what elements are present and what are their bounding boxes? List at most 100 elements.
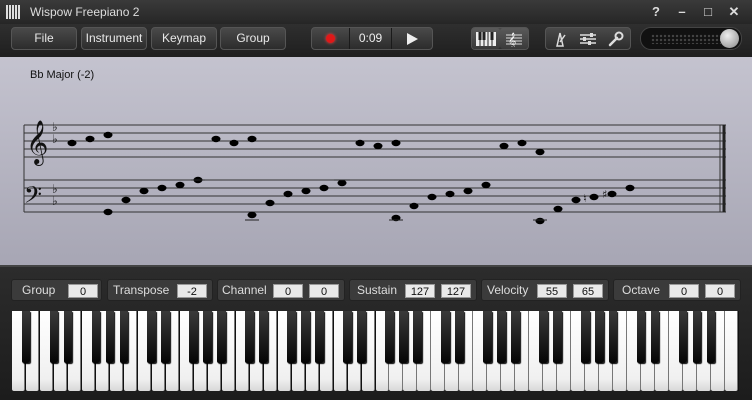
close-button[interactable]: ✕ [724,3,744,21]
transpose-control: Transpose -2 [107,279,213,301]
group-value[interactable]: 0 [68,284,98,298]
maximize-button[interactable]: □ [698,3,718,21]
black-key[interactable] [455,311,464,363]
channel-control: Channel 0 0 [217,279,345,301]
black-key[interactable] [706,311,716,363]
black-key[interactable] [21,311,31,363]
black-key[interactable] [161,311,171,363]
app-piano-icon [6,5,22,19]
octave-control: Octave 0 0 [613,279,741,301]
file-button[interactable]: File [11,27,77,50]
black-key[interactable] [49,311,59,363]
black-key[interactable] [483,311,492,363]
black-key[interactable] [315,311,324,363]
black-key[interactable] [119,311,129,363]
black-key[interactable] [63,311,73,363]
window-title: Wispow Freepiano 2 [30,5,140,19]
time-display: 0:09 [350,28,392,49]
keymap-button[interactable]: Keymap [151,27,217,50]
octave-value-2[interactable]: 0 [705,284,735,298]
sustain-value-1[interactable]: 127 [405,284,435,298]
transpose-label: Transpose [113,283,170,297]
metronome-icon [556,32,566,47]
metronome-button[interactable] [546,28,574,49]
black-key[interactable] [496,311,506,363]
transport-controls: 0:09 [311,27,433,50]
grand-staff: 𝄞 𝄢 ♭♭ ♭♭ ♮ ♯ [23,120,726,225]
transpose-value[interactable]: -2 [177,284,207,298]
svg-text:♭: ♭ [52,194,58,208]
black-key[interactable] [608,311,618,363]
black-key[interactable] [538,311,548,363]
black-key[interactable] [259,311,268,363]
black-key[interactable] [357,311,366,363]
black-key[interactable] [580,311,590,363]
channel-label: Channel [222,283,267,297]
volume-knob[interactable] [720,29,739,48]
piano-view-icon [476,31,496,46]
score-view-icon: 𝄞 [506,33,522,47]
black-key[interactable] [189,311,199,363]
velocity-label: Velocity [487,283,529,297]
white-key[interactable] [725,311,739,391]
mixer-button[interactable] [574,28,602,49]
black-key[interactable] [552,311,562,363]
velocity-value-2[interactable]: 65 [573,284,603,298]
black-key[interactable] [510,311,520,363]
octave-value-1[interactable]: 0 [669,284,699,298]
minimize-button[interactable]: – [672,3,692,21]
octave-label: Octave [622,283,661,297]
piano-keyboard [12,311,739,391]
black-key[interactable] [678,311,688,363]
black-key[interactable] [91,311,101,363]
sustain-label: Sustain [357,283,398,297]
play-button[interactable] [392,28,432,49]
black-key[interactable] [287,311,296,363]
black-key[interactable] [399,311,408,363]
black-key[interactable] [441,311,450,363]
record-button[interactable] [312,28,350,49]
treble-clef-icon: 𝄞 [26,120,48,166]
black-key[interactable] [343,311,352,363]
black-key[interactable] [385,311,394,363]
tools-group [545,27,631,50]
svg-text:♮: ♮ [583,192,587,205]
title-bar: Wispow Freepiano 2 ? – □ ✕ [0,0,752,24]
channel-value-1[interactable]: 0 [273,284,303,298]
svg-text:𝄞: 𝄞 [508,33,516,47]
channel-value-2[interactable]: 0 [309,284,339,298]
sustain-value-2[interactable]: 127 [441,284,471,298]
volume-slider[interactable] [640,27,742,50]
toolbar: File Instrument Keymap Group 0:09 𝄞 [0,24,752,57]
black-key[interactable] [217,311,227,363]
black-key[interactable] [692,311,702,363]
sustain-control: Sustain 127 127 [349,279,477,301]
black-key[interactable] [636,311,646,363]
black-key[interactable] [301,311,310,363]
black-key[interactable] [413,311,422,363]
velocity-value-1[interactable]: 55 [537,284,567,298]
black-key[interactable] [203,311,213,363]
view-toggle-group: 𝄞 [471,27,529,50]
bass-clef-icon: 𝄢 [24,181,42,214]
svg-text:♭: ♭ [52,132,58,146]
black-key[interactable] [594,311,604,363]
play-icon [406,32,418,45]
instrument-button[interactable]: Instrument [81,27,147,50]
score-panel: Bb Major (-2) 𝄞 𝄢 ♭ ♭ ♭ ♭ ♮ ♯ [0,57,752,265]
volume-track [651,34,721,44]
score-view-button[interactable]: 𝄞 [500,28,528,49]
treble-notes [67,131,545,156]
group-label: Group [22,283,56,297]
settings-button[interactable] [602,28,630,49]
record-icon [326,34,335,43]
black-key[interactable] [105,311,115,363]
help-button[interactable]: ? [646,3,666,21]
black-key[interactable] [245,311,254,363]
black-key[interactable] [147,311,157,363]
bass-notes [103,176,635,225]
piano-view-button[interactable] [472,28,500,49]
black-key[interactable] [650,311,660,363]
mixer-icon [580,32,596,45]
group-button[interactable]: Group [220,27,286,50]
